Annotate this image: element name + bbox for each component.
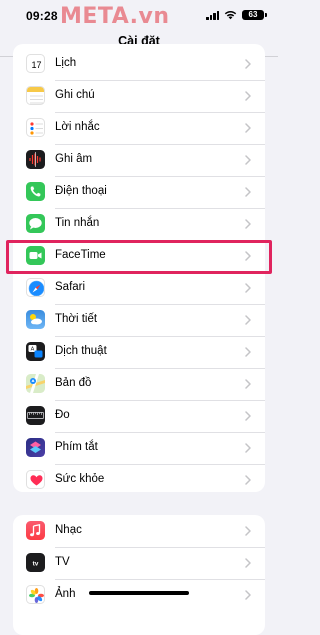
status-icons: 63 [206,10,267,20]
settings-row-calendar[interactable]: 17 Lịch [13,48,265,80]
shortcuts-icon [26,438,45,457]
settings-row-messages[interactable]: Tin nhắn [13,208,265,240]
tv-icon: tv [26,553,45,572]
home-indicator[interactable] [89,591,189,595]
chevron-right-icon [245,187,251,197]
chevron-right-icon [245,558,251,568]
svg-text:17: 17 [31,60,41,70]
chevron-right-icon [245,347,251,357]
notes-icon [26,86,45,105]
chevron-right-icon [245,379,251,389]
settings-row-weather[interactable]: Thời tiết [13,304,265,336]
settings-row-photos[interactable]: Ảnh [13,579,265,611]
settings-row-label: Nhạc [55,524,82,536]
chevron-right-icon [245,283,251,293]
music-icon [26,521,45,540]
weather-icon [26,310,45,329]
settings-row-health[interactable]: Sức khỏe [13,464,265,492]
settings-row-notes[interactable]: Ghi chú [13,80,265,112]
settings-row-label: Bản đồ [55,377,92,389]
chevron-right-icon [245,443,251,453]
settings-group-apps: 17 Lịch Ghi chú Lời nhắc Ghi âm Điện tho… [13,44,265,492]
settings-row-label: Ảnh [55,588,76,600]
health-icon [26,470,45,489]
settings-row-label: Dịch thuật [55,345,107,357]
battery-icon: 63 [242,10,267,20]
chevron-right-icon [245,59,251,69]
settings-row-label: TV [55,556,70,568]
status-time: 09:28 [26,9,58,23]
settings-row-tv[interactable]: tv TV [13,547,265,579]
settings-row-reminders[interactable]: Lời nhắc [13,112,265,144]
settings-row-label: Phím tắt [55,441,98,453]
chevron-right-icon [245,155,251,165]
translate-icon: A [26,342,45,361]
chevron-right-icon [245,251,251,261]
settings-row-phone[interactable]: Điện thoại [13,176,265,208]
reminders-icon [26,118,45,137]
chevron-right-icon [245,219,251,229]
cellular-signal-icon [206,10,219,20]
svg-text:A: A [31,347,35,353]
settings-row-label: Safari [55,281,86,293]
chevron-right-icon [245,315,251,325]
calendar-icon: 17 [26,54,45,73]
svg-text:tv: tv [33,561,39,568]
voice-memos-icon [26,150,45,169]
settings-row-facetime[interactable]: FaceTime [13,240,265,272]
chevron-right-icon [245,590,251,600]
safari-icon [26,278,45,297]
status-bar: 09:28 META.vn 63 [0,0,278,29]
settings-row-shortcuts[interactable]: Phím tắt [13,432,265,464]
maps-icon [26,374,45,393]
settings-row-label: Ghi chú [55,89,95,101]
settings-row-label: Thời tiết [55,313,98,325]
settings-row-measure[interactable]: Đo [13,400,265,432]
photos-icon [26,585,45,604]
settings-row-label: Ghi âm [55,153,93,165]
messages-icon [26,214,45,233]
measure-icon [26,406,45,425]
chevron-right-icon [245,526,251,536]
settings-row-label: FaceTime [55,249,106,261]
settings-row-label: Lời nhắc [55,121,100,133]
settings-group-media: Nhạc tv TV Ảnh [13,515,265,635]
chevron-right-icon [245,411,251,421]
phone-icon [26,182,45,201]
settings-row-label: Sức khỏe [55,473,105,485]
settings-row-label: Điện thoại [55,185,107,197]
watermark-logo: META.vn [60,4,170,29]
settings-row-label: Tin nhắn [55,217,100,229]
settings-row-translate[interactable]: A Dịch thuật [13,336,265,368]
settings-row-safari[interactable]: Safari [13,272,265,304]
settings-row-label: Đo [55,409,70,421]
settings-row-music[interactable]: Nhạc [13,515,265,547]
facetime-icon [26,246,45,265]
chevron-right-icon [245,475,251,485]
chevron-right-icon [245,91,251,101]
wifi-icon [224,10,237,20]
settings-row-voice-memos[interactable]: Ghi âm [13,144,265,176]
settings-row-maps[interactable]: Bản đồ [13,368,265,400]
settings-row-label: Lịch [55,57,77,69]
chevron-right-icon [245,123,251,133]
